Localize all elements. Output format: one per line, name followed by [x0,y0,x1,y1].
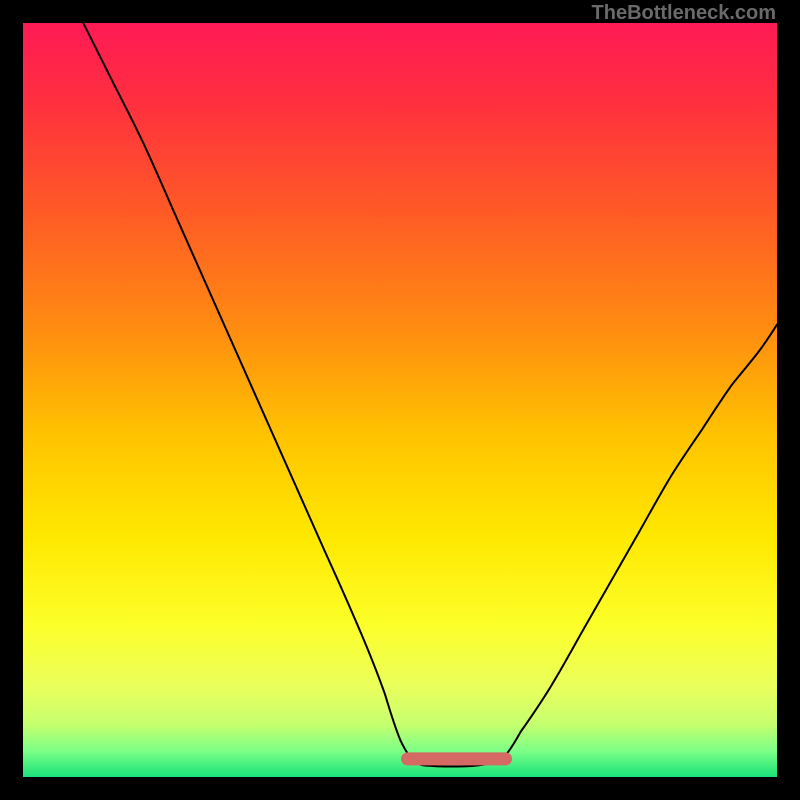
watermark-text: TheBottleneck.com [592,2,776,25]
chart-stage: TheBottleneck.com [0,0,800,800]
chart-curves [23,23,777,777]
plot-area [23,23,777,777]
bottleneck-curve [83,23,777,767]
